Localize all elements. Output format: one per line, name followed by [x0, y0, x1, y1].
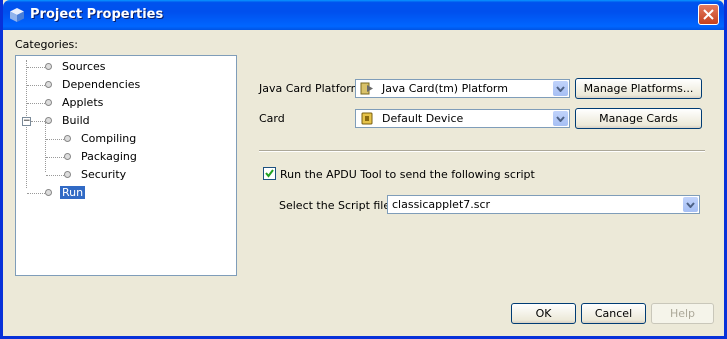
platform-label-text: Java Card Platform	[259, 82, 362, 95]
platform-value: Java Card(tm) Platform	[382, 82, 508, 95]
tree-node-bullet-icon	[64, 153, 71, 160]
tree-item-label: Dependencies	[62, 78, 141, 91]
tree-item-run[interactable]: Run	[60, 185, 86, 201]
tree-node-bullet-icon	[45, 189, 52, 196]
manage-cards-label: Manage Cards	[599, 112, 678, 125]
card-chip-icon	[361, 112, 373, 125]
run-apdu-checkbox[interactable]	[263, 167, 276, 180]
tree-line	[27, 85, 45, 86]
run-apdu-label[interactable]: Run the APDU Tool to send the following …	[280, 168, 535, 181]
tree-item-sources[interactable]: Sources	[60, 59, 108, 75]
tree-node-bullet-icon	[45, 117, 52, 124]
tree-node-bullet-icon	[64, 171, 71, 178]
platform-combobox[interactable]: Java Card(tm) Platform	[355, 79, 570, 98]
tree-node-bullet-icon	[45, 99, 52, 106]
tree-line	[46, 157, 64, 158]
collapse-icon[interactable]: −	[22, 117, 31, 126]
run-apdu-label-text: Run the APDU Tool to send the following …	[280, 168, 535, 181]
manage-platforms-label: Manage Platforms...	[583, 82, 694, 95]
netbeans-cube-icon	[10, 8, 24, 22]
tree-line	[46, 175, 64, 176]
card-label-text: Card	[259, 112, 285, 125]
cancel-label: Cancel	[594, 307, 633, 320]
script-file-label-text: Select the Script file:	[279, 199, 394, 212]
categories-label: Categories:	[15, 38, 78, 51]
tree-item-label: Compiling	[81, 132, 137, 145]
ok-button[interactable]: OK	[511, 303, 576, 324]
tree-item-packaging[interactable]: Packaging	[79, 149, 139, 165]
platform-label: Java Card Platform	[259, 82, 361, 95]
tree-node-bullet-icon	[45, 63, 52, 70]
manage-cards-button[interactable]: Manage Cards	[575, 108, 702, 129]
card-combobox[interactable]: Default Device	[355, 109, 570, 128]
categories-tree[interactable]: Sources Dependencies Applets − Build Com…	[15, 55, 237, 276]
card-value: Default Device	[382, 112, 464, 125]
tree-item-build[interactable]: Build	[60, 113, 92, 129]
title-bar[interactable]: Project Properties	[3, 0, 724, 30]
manage-platforms-button[interactable]: Manage Platforms...	[575, 78, 702, 99]
card-label: Card	[259, 112, 285, 125]
tree-line	[27, 103, 45, 104]
tree-item-label: Run	[60, 186, 86, 199]
script-file-value: classicapplet7.scr	[392, 198, 491, 211]
tree-item-label: Security	[81, 168, 127, 181]
help-label: Help	[669, 307, 696, 320]
tree-line	[27, 193, 45, 194]
platform-icon	[360, 82, 373, 95]
tree-line	[31, 121, 45, 122]
tree-line	[46, 139, 64, 140]
tree-item-label: Applets	[62, 96, 104, 109]
tree-node-bullet-icon	[45, 81, 52, 88]
close-button[interactable]	[698, 4, 719, 25]
project-properties-dialog: Project Properties Categories: Sources D…	[0, 0, 727, 339]
tree-line	[45, 122, 46, 172]
tree-item-label: Sources	[62, 60, 106, 73]
help-button[interactable]: Help	[651, 303, 714, 324]
tree-item-security[interactable]: Security	[79, 167, 128, 183]
script-file-combobox[interactable]: classicapplet7.scr	[387, 195, 700, 214]
tree-item-compiling[interactable]: Compiling	[79, 131, 138, 147]
tree-node-bullet-icon	[64, 135, 71, 142]
tree-item-label: Build	[62, 114, 90, 127]
dropdown-arrow-icon[interactable]	[683, 197, 698, 212]
close-icon	[703, 9, 714, 20]
tree-item-dependencies[interactable]: Dependencies	[60, 77, 142, 93]
tree-item-applets[interactable]: Applets	[60, 95, 105, 111]
window-title: Project Properties	[30, 7, 164, 22]
ok-label: OK	[535, 307, 552, 320]
tree-item-label: Packaging	[81, 150, 137, 163]
cancel-button[interactable]: Cancel	[581, 303, 646, 324]
tree-line	[27, 67, 45, 68]
dropdown-arrow-icon[interactable]	[553, 111, 568, 126]
checkmark-icon	[265, 169, 274, 178]
dropdown-arrow-icon[interactable]	[553, 81, 568, 96]
script-file-label: Select the Script file:	[279, 199, 394, 212]
separator	[259, 150, 705, 152]
